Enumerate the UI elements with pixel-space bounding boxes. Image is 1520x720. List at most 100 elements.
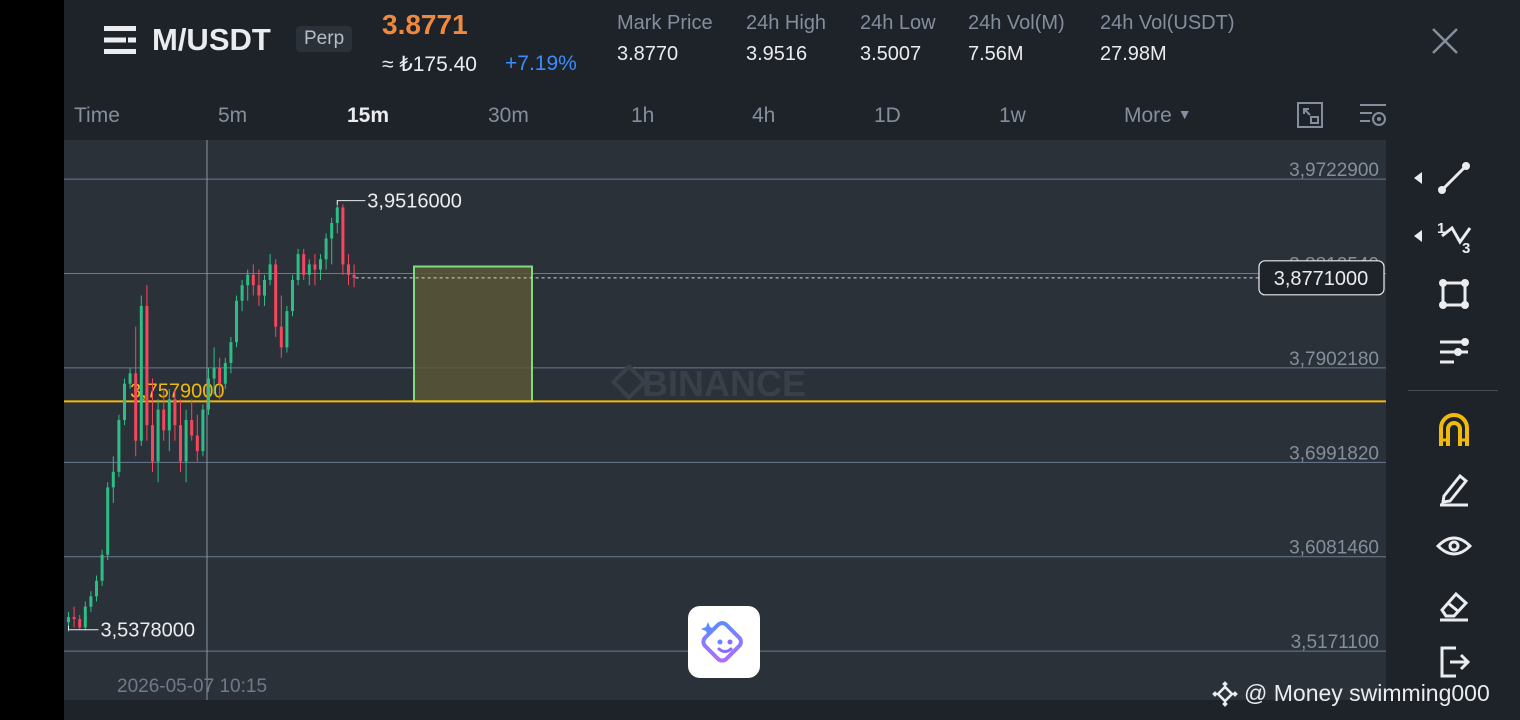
tab-time[interactable]: Time: [74, 104, 120, 128]
tab-1d[interactable]: 1D: [874, 104, 901, 128]
candle: [324, 233, 328, 270]
candle: [111, 456, 115, 503]
stat-value: 7.56M: [968, 43, 1024, 65]
stat-value: 3.8770: [617, 43, 679, 65]
low-marker-label: 3,5378000: [101, 620, 196, 642]
stat-label: 24h Vol(USDT): [1100, 12, 1235, 34]
expand-arrow-icon[interactable]: [1414, 172, 1422, 184]
current-price-label: 3,8771000: [1274, 268, 1369, 290]
candle: [291, 274, 294, 317]
expand-arrow-icon[interactable]: [1414, 230, 1422, 242]
stat-mark-price: Mark Price 3.8770: [617, 12, 713, 66]
ai-face-icon: [701, 621, 743, 663]
tab-more[interactable]: More ▼: [1124, 104, 1192, 128]
eye-icon[interactable]: [1434, 526, 1474, 566]
ai-assistant-button[interactable]: [688, 606, 760, 678]
trend-line-icon[interactable]: [1434, 158, 1474, 198]
indicator-list-icon[interactable]: [1434, 332, 1474, 372]
stat-24h-low: 24h Low 3.5007: [860, 12, 936, 66]
chart-settings-icon[interactable]: [1358, 100, 1388, 130]
close-icon[interactable]: [1430, 26, 1460, 56]
stat-24h-high: 24h High 3.9516: [746, 12, 826, 66]
trading-pair[interactable]: M/USDT: [152, 22, 271, 58]
candle: [352, 264, 356, 288]
candle: [279, 295, 283, 358]
author-name: @ Money swimming000: [1244, 680, 1490, 706]
stat-value: 3.9516: [746, 43, 808, 65]
candle: [179, 399, 182, 472]
menu-icon[interactable]: [104, 24, 138, 56]
candle: [347, 254, 350, 286]
local-price: ≈ ₺175.40: [382, 53, 477, 76]
chevron-down-icon: ▼: [1177, 106, 1192, 122]
candle: [139, 295, 143, 446]
candle: [100, 549, 104, 586]
candle: [285, 305, 289, 353]
price-axis-label: 3,6081460: [1289, 538, 1379, 559]
binance-logo-icon: [1212, 680, 1238, 707]
crosshair-time: 2026-05-07 10:15: [117, 676, 268, 697]
tab-1w[interactable]: 1w: [999, 104, 1026, 128]
candle: [201, 404, 205, 457]
candle: [190, 399, 194, 441]
contract-type-badge: Perp: [296, 26, 353, 52]
candle: [341, 204, 345, 275]
binance-logo-icon: [610, 363, 648, 401]
candle: [335, 200, 339, 234]
binance-watermark: BINANCE: [642, 363, 806, 404]
tab-30m[interactable]: 30m: [488, 104, 529, 128]
candle: [72, 606, 76, 628]
candle: [313, 254, 317, 286]
magnet-icon[interactable]: [1434, 410, 1474, 450]
tab-5m[interactable]: 5m: [218, 104, 247, 128]
candle: [263, 274, 266, 306]
candle: [274, 259, 278, 338]
stat-label: 24h High: [746, 12, 827, 34]
last-price: 3.8771: [382, 9, 468, 40]
candle: [156, 399, 160, 483]
candle: [296, 248, 300, 286]
stat-24h-vol-usdt: 24h Vol(USDT) 27.98M: [1100, 12, 1235, 66]
price-axis-label: 3,6991820: [1289, 443, 1379, 464]
candle: [268, 254, 272, 286]
pencil-icon[interactable]: [1434, 468, 1474, 508]
price-zone-box[interactable]: [413, 265, 533, 403]
candle: [240, 280, 244, 312]
stat-label: 24h Vol(M): [968, 12, 1065, 34]
price-axis-label: 3,7902180: [1289, 349, 1379, 370]
candle: [235, 295, 238, 348]
price-axis-label: 3,5171100: [1291, 632, 1379, 653]
candle: [246, 269, 250, 301]
more-label: More: [1124, 104, 1172, 127]
tab-1h[interactable]: 1h: [631, 104, 654, 128]
tab-15m[interactable]: 15m: [347, 104, 389, 128]
price-axis-label: 3,9722900: [1289, 160, 1379, 181]
tab-4h[interactable]: 4h: [752, 104, 775, 128]
candle: [195, 414, 199, 462]
horizontal-line-label: 3,7579000: [130, 380, 225, 402]
candle: [123, 378, 126, 426]
eraser-icon[interactable]: [1434, 584, 1474, 624]
candle: [95, 575, 98, 602]
shape-tool-icon[interactable]: [1434, 274, 1474, 314]
fib-tool-icon[interactable]: 13: [1434, 216, 1474, 257]
candle: [184, 409, 188, 483]
candle: [78, 614, 82, 630]
svg-text:3: 3: [1462, 240, 1470, 256]
trading-app: M/USDT Perp 3.8771 ≈ ₺175.40 +7.19% Mark…: [64, 0, 1520, 720]
drawing-toolbar: 13: [1386, 140, 1520, 700]
candle: [307, 259, 311, 286]
candle: [83, 601, 87, 631]
chart-layout-icon[interactable]: [1295, 100, 1325, 130]
author-watermark: @ Money swimming000: [1212, 680, 1490, 707]
stat-label: 24h Low: [860, 12, 936, 34]
stat-value: 3.5007: [860, 43, 922, 65]
current-price-tag: 3,8771000: [1258, 260, 1385, 296]
stat-label: Mark Price: [617, 12, 713, 34]
stat-value: 27.98M: [1100, 43, 1167, 65]
stat-24h-vol-m: 24h Vol(M) 7.56M: [968, 12, 1065, 66]
exit-icon[interactable]: [1434, 642, 1474, 682]
candle: [89, 591, 93, 612]
candle: [302, 248, 306, 280]
candle: [145, 285, 149, 441]
